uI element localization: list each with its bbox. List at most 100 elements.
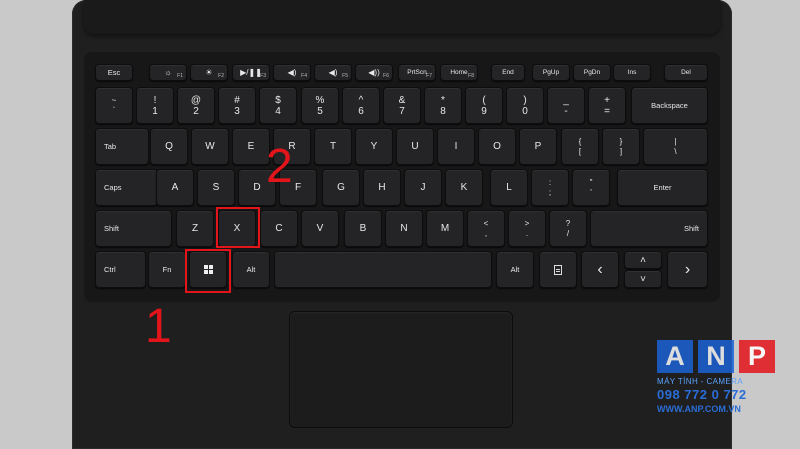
key-f2[interactable]: ☀ F2 — [190, 64, 228, 81]
key-b[interactable]: B — [344, 210, 382, 247]
logo-letter-a: A — [657, 340, 693, 373]
key-0[interactable]: ) 0 — [506, 87, 544, 124]
key-e[interactable]: E — [232, 128, 270, 165]
key-n[interactable]: N — [385, 210, 423, 247]
key-pgup[interactable]: PgUp — [532, 64, 570, 81]
key-2[interactable]: @2 — [177, 87, 215, 124]
key-z[interactable]: Z — [176, 210, 214, 247]
key-c[interactable]: C — [260, 210, 298, 247]
key-menu[interactable] — [539, 251, 577, 288]
key-fn[interactable]: Fn — [148, 251, 186, 288]
key-arrow-left[interactable]: ‹ — [581, 251, 619, 288]
key-p[interactable]: P — [519, 128, 557, 165]
key-shift-label: } — [619, 136, 623, 146]
key-v[interactable]: V — [301, 210, 339, 247]
key-shift-label: : — [548, 177, 552, 187]
key-7[interactable]: & 7 — [383, 87, 421, 124]
key-backspace[interactable]: Backspace — [631, 87, 708, 124]
key-alt-right[interactable]: Alt — [496, 251, 534, 288]
key-tilde[interactable]: ~ ` — [95, 87, 133, 124]
key-label: Z — [191, 223, 199, 234]
volume-down-icon: ◀) — [328, 68, 338, 77]
key-enter[interactable]: Enter — [617, 169, 708, 206]
key-label: 4 — [275, 105, 281, 117]
key-3[interactable]: #3 — [218, 87, 256, 124]
key-shift-label: % — [315, 94, 325, 106]
key-caps[interactable]: Caps — [95, 169, 158, 206]
key-slash[interactable]: ? / — [549, 210, 587, 247]
key-t[interactable]: T — [314, 128, 352, 165]
key-1[interactable]: ! 1 — [136, 87, 174, 124]
key-label: H — [378, 182, 386, 193]
key-period[interactable]: >. — [508, 210, 546, 247]
key-k[interactable]: K — [445, 169, 483, 206]
key-y[interactable]: Y — [355, 128, 393, 165]
key-u[interactable]: U — [396, 128, 434, 165]
key-shift-label: > — [524, 218, 530, 228]
key-f6[interactable]: ◀)) F6 — [355, 64, 393, 81]
key-shift-label: ^ — [358, 94, 364, 106]
key-j[interactable]: J — [404, 169, 442, 206]
key-o[interactable]: O — [478, 128, 516, 165]
key-quote[interactable]: " ' — [572, 169, 610, 206]
key-label: E — [247, 141, 255, 152]
key-esc[interactable]: Esc — [95, 64, 133, 81]
key-tag: F4 — [301, 73, 307, 79]
key-shift-label: $ — [275, 94, 281, 106]
key-label: PrtScn — [407, 69, 427, 76]
key-tag: F5 — [342, 73, 348, 79]
key-label: 8 — [440, 105, 446, 117]
key-g[interactable]: G — [322, 169, 360, 206]
key-label: ` — [112, 105, 116, 115]
key-m[interactable]: M — [426, 210, 464, 247]
key-w[interactable]: W — [191, 128, 229, 165]
key-ins[interactable]: Ins — [613, 64, 651, 81]
key-pgdn[interactable]: PgDn — [573, 64, 611, 81]
touchpad[interactable] — [289, 311, 513, 428]
key-shift-label: | — [674, 136, 677, 146]
key-backslash[interactable]: | \ — [643, 128, 708, 165]
key-arrow-right[interactable]: › — [667, 251, 708, 288]
key-label: Alt — [510, 265, 520, 274]
key-f4[interactable]: ◀) F4 — [273, 64, 311, 81]
key-end[interactable]: End — [491, 64, 525, 81]
key-equals[interactable]: + = — [588, 87, 626, 124]
key-shift-label: & — [398, 94, 406, 106]
key-shift-left[interactable]: Shift — [95, 210, 172, 247]
key-alt-left[interactable]: Alt — [232, 251, 270, 288]
key-a[interactable]: A — [156, 169, 194, 206]
key-semicolon[interactable]: :; — [531, 169, 569, 206]
key-h[interactable]: H — [363, 169, 401, 206]
key-label: O — [493, 141, 501, 152]
key-label: ; — [548, 187, 552, 197]
key-prtscn[interactable]: PrtScn F7 — [398, 64, 436, 81]
key-left-bracket[interactable]: {[ — [561, 128, 599, 165]
key-i[interactable]: I — [437, 128, 475, 165]
key-9[interactable]: (9 — [465, 87, 503, 124]
key-space[interactable] — [274, 251, 492, 288]
key-f3[interactable]: ▶/❚❚ F3 — [232, 64, 270, 81]
key-tab[interactable]: Tab — [95, 128, 149, 165]
key-ctrl[interactable]: Ctrl — [95, 251, 146, 288]
key-shift-right[interactable]: Shift — [590, 210, 708, 247]
key-4[interactable]: $4 — [259, 87, 297, 124]
key-minus[interactable]: _ - — [547, 87, 585, 124]
key-6[interactable]: ^ 6 — [342, 87, 380, 124]
key-label: Caps — [104, 183, 122, 192]
key-s[interactable]: S — [197, 169, 235, 206]
key-comma[interactable]: <, — [467, 210, 505, 247]
key-arrow-down[interactable]: ˅ — [624, 270, 662, 288]
key-8[interactable]: * 8 — [424, 87, 462, 124]
key-q[interactable]: Q — [150, 128, 188, 165]
key-l[interactable]: L — [490, 169, 528, 206]
key-home[interactable]: Home F8 — [440, 64, 478, 81]
key-del[interactable]: Del — [664, 64, 708, 81]
key-f5[interactable]: ◀) F5 — [314, 64, 352, 81]
key-arrow-up[interactable]: ˄ — [624, 251, 662, 269]
key-right-bracket[interactable]: }] — [602, 128, 640, 165]
key-shift-label: { — [578, 136, 582, 146]
key-5[interactable]: % 5 — [301, 87, 339, 124]
key-f1[interactable]: ☼ F1 — [149, 64, 187, 81]
arrow-down-icon: ˅ — [640, 273, 646, 285]
key-tag: F8 — [468, 73, 474, 79]
